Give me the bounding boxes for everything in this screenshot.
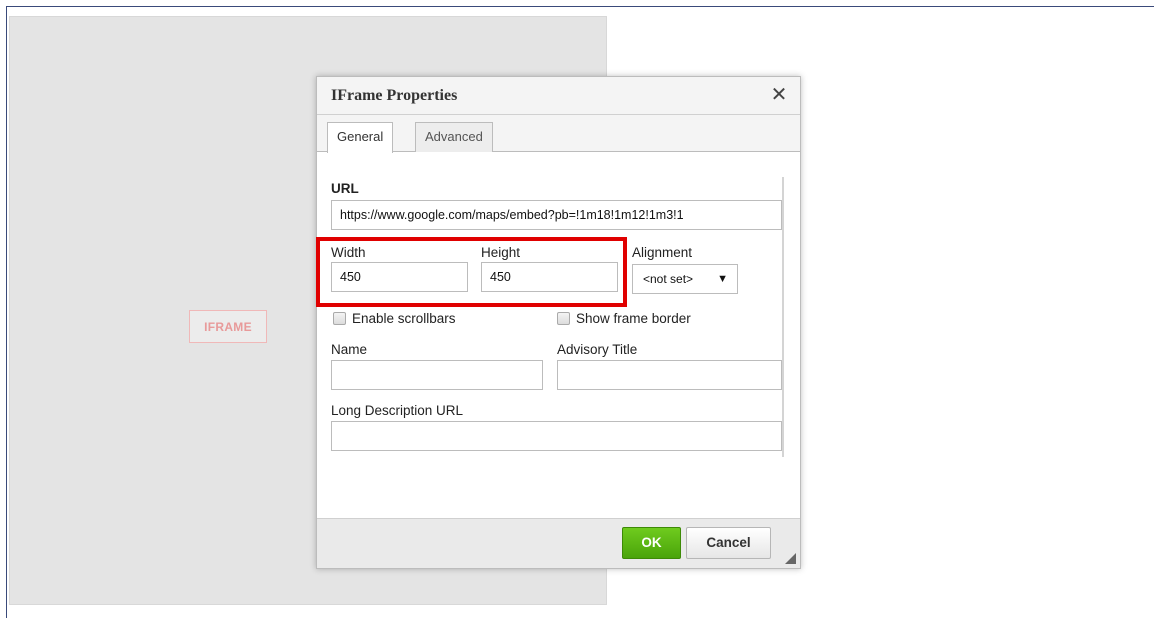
cancel-button[interactable]: Cancel [686, 527, 771, 559]
show-frame-border-label: Show frame border [576, 311, 691, 326]
height-input[interactable]: 450 [481, 262, 618, 292]
enable-scrollbars-label: Enable scrollbars [352, 311, 456, 326]
window-border-top [6, 6, 1154, 7]
long-description-url-label: Long Description URL [331, 403, 464, 418]
name-label: Name [331, 342, 368, 357]
resize-grip-icon[interactable] [785, 553, 796, 564]
height-label: Height [481, 245, 521, 260]
alignment-select[interactable]: <not set> ▼ [632, 264, 738, 294]
iframe-placeholder[interactable]: IFRAME [189, 310, 267, 343]
url-input[interactable]: https://www.google.com/maps/embed?pb=!1m… [331, 200, 782, 230]
name-input[interactable] [331, 360, 543, 390]
alignment-selected-value: <not set> [643, 272, 694, 286]
long-description-url-input[interactable] [331, 421, 782, 451]
advisory-title-label: Advisory Title [557, 342, 638, 357]
ok-button[interactable]: OK [622, 527, 681, 559]
tab-advanced[interactable]: Advanced [415, 122, 493, 152]
url-label: URL [331, 181, 359, 196]
width-label: Width [331, 245, 366, 260]
window-border-left [6, 6, 7, 618]
show-frame-border-checkbox[interactable] [557, 312, 570, 325]
close-icon[interactable]: ✕ [770, 85, 788, 105]
dialog-titlebar[interactable]: IFrame Properties ✕ [317, 77, 800, 115]
enable-scrollbars-checkbox[interactable] [333, 312, 346, 325]
dropdown-arrow-icon: ▼ [717, 273, 728, 285]
dialog-title: IFrame Properties [331, 87, 458, 104]
width-input[interactable]: 450 [331, 262, 468, 292]
dialog-footer: OK Cancel [317, 518, 800, 568]
tab-bar: General Advanced [317, 115, 800, 153]
content-scroll-edge [782, 177, 784, 457]
alignment-label: Alignment [632, 245, 693, 260]
tab-general[interactable]: General [327, 122, 394, 153]
advisory-title-input[interactable] [557, 360, 782, 390]
iframe-properties-dialog: IFrame Properties ✕ General Advanced URL… [316, 76, 801, 569]
